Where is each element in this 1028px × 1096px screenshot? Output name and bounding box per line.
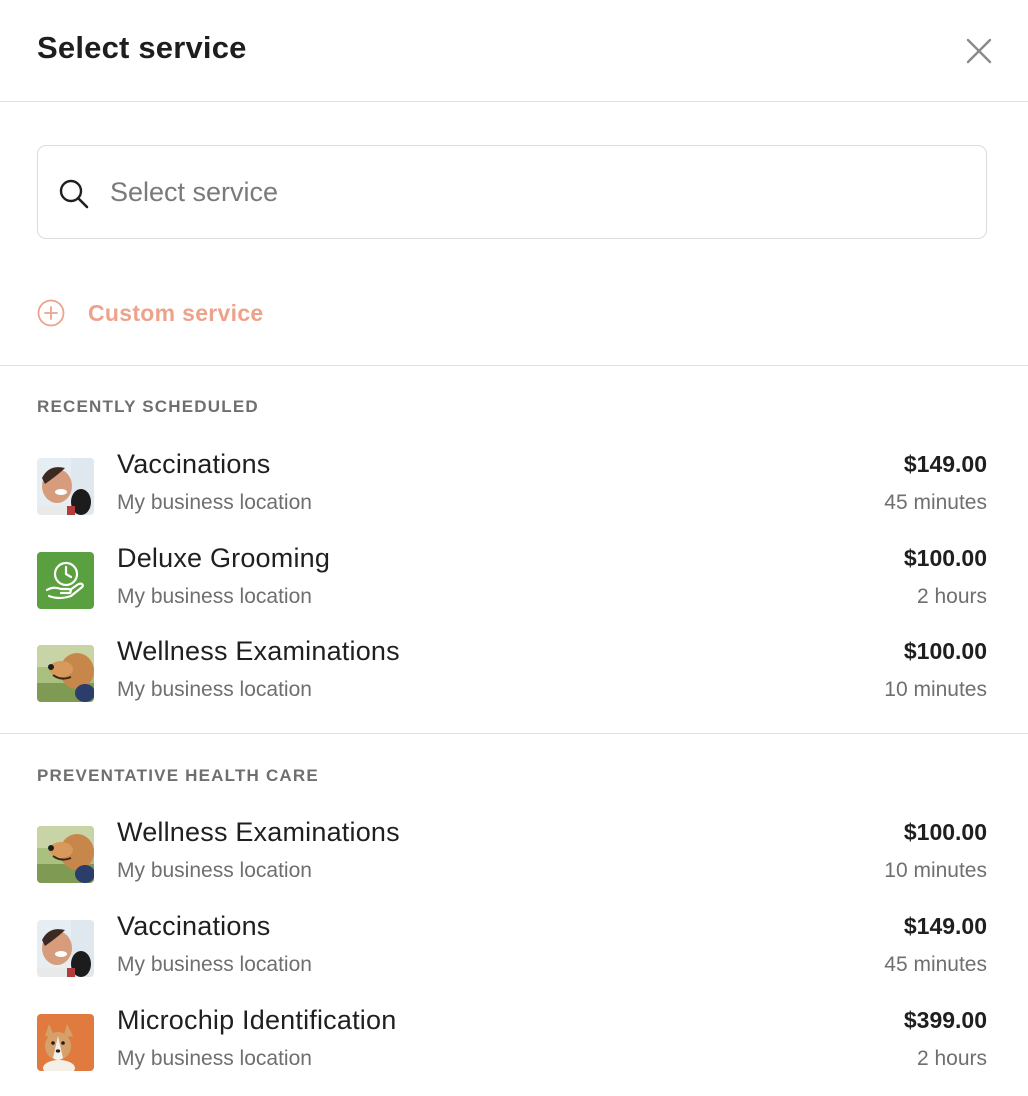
custom-service-button[interactable]: Custom service	[37, 296, 297, 336]
custom-service-label: Custom service	[88, 300, 264, 326]
modal-title: Select service	[37, 30, 247, 65]
service-duration: 2 hours	[916, 1047, 987, 1070]
service-name: Vaccinations	[117, 449, 271, 479]
search-field[interactable]	[37, 145, 987, 239]
service-location: My business location	[117, 953, 312, 976]
service-duration: 2 hours	[916, 585, 987, 608]
service-row-wellness-examinations[interactable]: Wellness Examinations My business locati…	[0, 817, 1028, 914]
service-name: Wellness Examinations	[117, 817, 400, 847]
service-name: Microchip Identification	[117, 1005, 397, 1035]
section-title-preventative-health-care: PREVENTATIVE HEALTH CARE	[37, 766, 319, 785]
service-name: Vaccinations	[117, 911, 271, 941]
section-divider	[0, 365, 1028, 366]
service-row-vaccinations[interactable]: Vaccinations My business location $149.0…	[0, 911, 1028, 1008]
plus-circle-icon	[37, 299, 65, 327]
service-location: My business location	[117, 859, 312, 882]
close-icon	[966, 38, 992, 64]
search-input[interactable]	[110, 168, 970, 216]
vet-with-dog-thumbnail	[37, 920, 94, 977]
service-name: Deluxe Grooming	[117, 543, 331, 573]
service-name: Wellness Examinations	[117, 636, 400, 666]
service-location: My business location	[117, 678, 312, 701]
service-price: $149.00	[903, 913, 987, 939]
select-service-modal: Select service Custom service	[0, 0, 1028, 1096]
service-price: $399.00	[903, 1007, 987, 1033]
service-price: $100.00	[903, 545, 987, 571]
corgi-thumbnail	[37, 1014, 94, 1071]
service-duration: 10 minutes	[884, 678, 987, 701]
service-location: My business location	[117, 1047, 312, 1070]
close-button[interactable]	[962, 34, 996, 68]
service-location: My business location	[117, 585, 312, 608]
service-row-vaccinations[interactable]: Vaccinations My business location $149.0…	[0, 449, 1028, 546]
service-price: $149.00	[903, 451, 987, 477]
service-row-deluxe-grooming[interactable]: Deluxe Grooming My business location $10…	[0, 543, 1028, 640]
modal-header: Select service	[0, 0, 1028, 102]
service-duration: 10 minutes	[884, 859, 987, 882]
vet-with-dog-thumbnail	[37, 458, 94, 515]
service-row-microchip-identification[interactable]: Microchip Identification My business loc…	[0, 1005, 1028, 1096]
section-title-recently-scheduled: RECENTLY SCHEDULED	[37, 397, 259, 416]
service-row-wellness-examinations[interactable]: Wellness Examinations My business locati…	[0, 636, 1028, 733]
service-price: $100.00	[903, 819, 987, 845]
clock-hand-icon	[37, 552, 94, 609]
service-price: $100.00	[903, 638, 987, 664]
service-duration: 45 minutes	[884, 953, 987, 976]
search-icon	[58, 178, 90, 210]
dog-on-grass-thumbnail	[37, 826, 94, 883]
service-duration: 45 minutes	[884, 491, 987, 514]
dog-on-grass-thumbnail	[37, 645, 94, 702]
section-divider	[0, 733, 1028, 734]
service-location: My business location	[117, 491, 312, 514]
